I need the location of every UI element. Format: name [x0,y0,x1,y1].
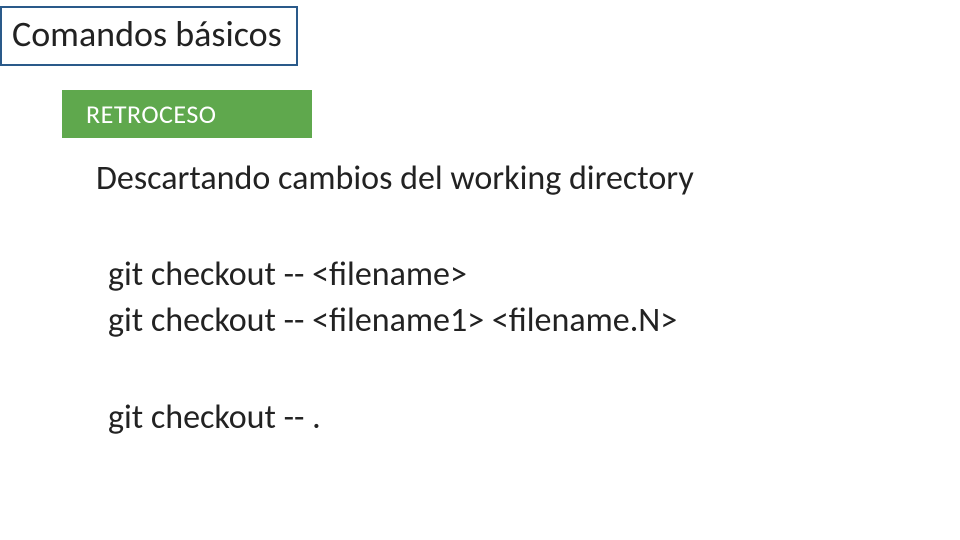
section-badge: RETROCESO [62,90,312,138]
command-line: git checkout -- <filename> [108,252,677,298]
command-block-2: git checkout -- . [108,395,321,441]
command-line: git checkout -- <filename1> <filename.N> [108,298,677,344]
slide-title: Comandos básicos [12,12,282,56]
slide-title-box: Comandos básicos [0,6,298,66]
section-badge-label: RETROCESO [86,98,217,130]
command-line: git checkout -- . [108,395,321,441]
subheading: Descartando cambios del working director… [96,158,694,199]
command-block-1: git checkout -- <filename> git checkout … [108,252,677,344]
